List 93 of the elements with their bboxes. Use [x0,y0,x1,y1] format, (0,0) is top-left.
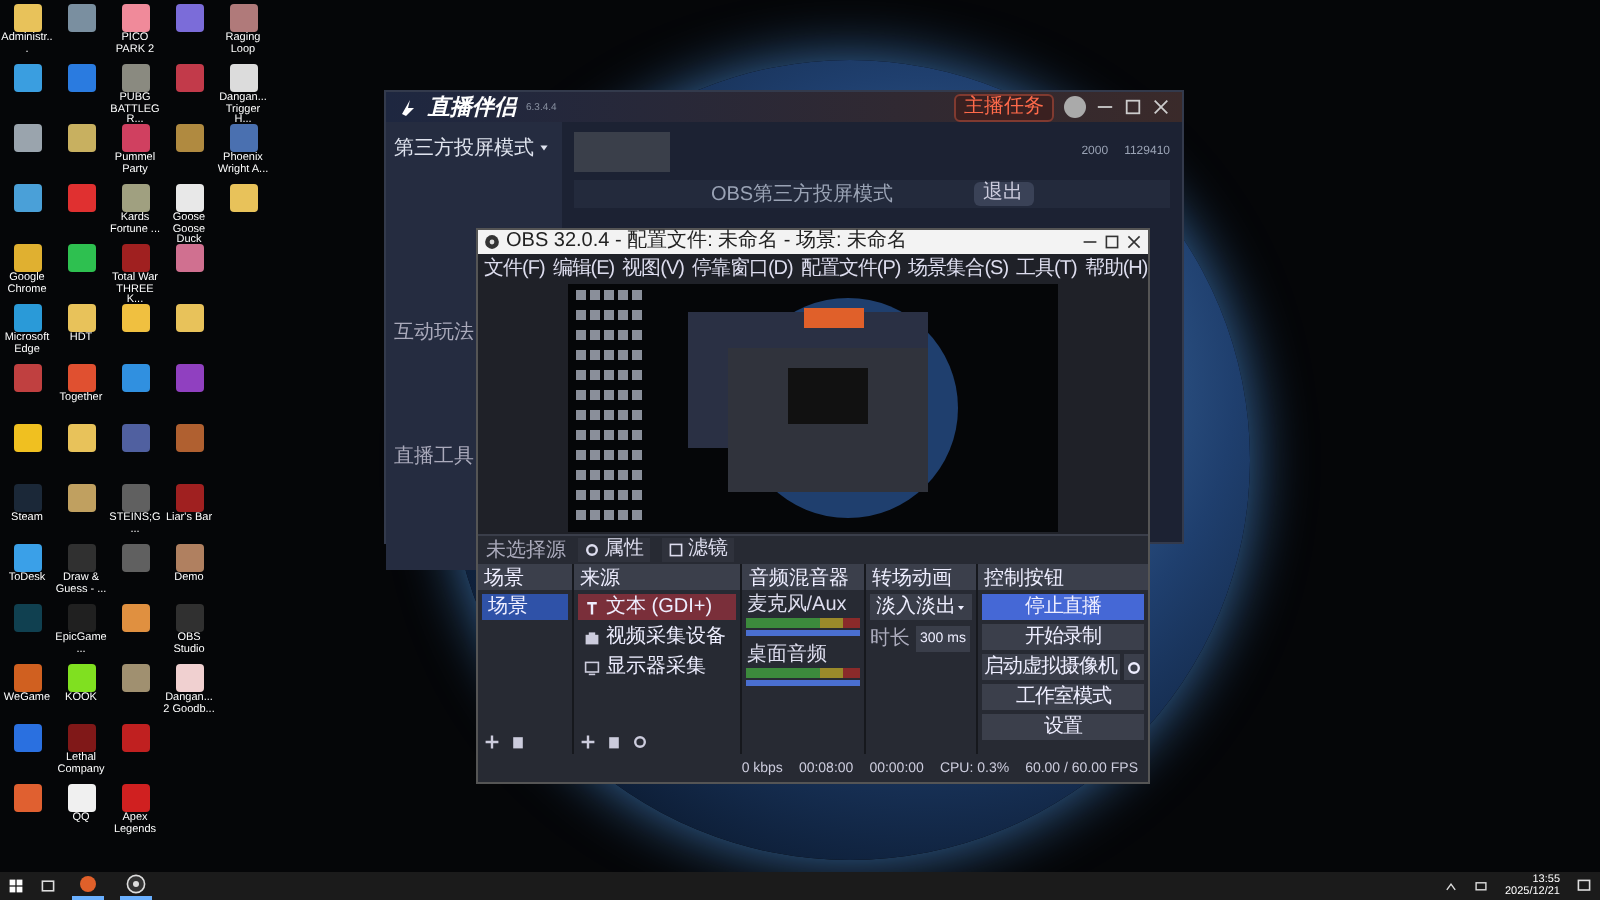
window-title: OBS 32.0.4 - 配置文件: 未命名 - 场景: 未命名 [506,232,908,252]
camera-icon [584,629,601,645]
control-button[interactable]: 启动虚拟摄像机 [982,654,1119,680]
section-title: 直播工具 [394,443,476,470]
app-icon[interactable] [229,184,257,212]
app-icon[interactable] [13,304,41,332]
app-title: 直播伴侣 [428,93,516,122]
level-meter [746,618,860,628]
app-icon[interactable] [121,364,149,392]
app-icon[interactable] [121,64,149,92]
taskbar-app[interactable] [120,872,152,900]
app-icon[interactable] [175,664,203,692]
obs-icon [484,234,500,250]
toolbar-button[interactable]: 属性 [578,538,650,562]
app-icon[interactable] [13,64,41,92]
menu-item[interactable]: 配置文件(P) [800,254,901,282]
toolbar-button[interactable]: 滤镜 [662,538,734,562]
channel-name: 桌面音频 [746,644,829,666]
control-button[interactable]: 开始录制 [982,624,1144,650]
app-icon[interactable] [67,304,95,332]
caret-icon [956,601,966,613]
app-icon[interactable] [175,544,203,572]
settings-button[interactable] [1123,654,1144,680]
control-button[interactable]: 工作室模式 [982,684,1144,710]
menu-item[interactable]: 帮助(H) [1084,254,1148,282]
control-button[interactable]: 停止直播 [982,594,1144,620]
transition-dropdown[interactable]: 淡入淡出 [870,594,972,620]
app-icon[interactable] [13,424,41,452]
app-icon[interactable] [13,124,41,152]
logo-icon [398,97,418,117]
source-item[interactable]: 视频采集设备 [578,624,737,650]
app-icon[interactable] [121,184,149,212]
menu-item[interactable]: 视图(V) [622,254,684,282]
maximize-icon [1104,234,1120,250]
close-icon [1152,98,1170,116]
obs-icon [126,874,146,894]
volume-slider[interactable] [746,630,860,636]
source-item[interactable]: 显示器采集 [578,654,737,680]
app-icon[interactable] [67,124,95,152]
source-item[interactable]: 文本 (GDI+) [578,594,737,620]
maximize-icon [1124,98,1142,116]
section-title: 互动玩法 [394,319,476,346]
app-icon[interactable] [67,244,95,272]
text-icon [584,599,601,615]
channel-name: 麦克风/Aux [746,594,849,616]
exit-button[interactable]: 退出 [973,182,1034,206]
close-icon [1126,234,1142,250]
app-icon[interactable] [13,184,41,212]
app-icon[interactable] [121,4,149,32]
app-icon[interactable] [67,784,95,812]
app-icon[interactable] [175,244,203,272]
app-icon[interactable] [67,664,95,692]
task-button[interactable]: 主播任务 [954,93,1054,121]
app-icon[interactable] [121,604,149,632]
add-icon [580,734,597,750]
chevron-up-icon [1444,879,1459,893]
app-icon[interactable] [67,4,95,32]
app-icon[interactable] [175,124,203,152]
app-icon[interactable] [175,304,203,332]
scene-item[interactable]: 场景 [482,594,569,620]
app-icon[interactable] [67,424,95,452]
menu-item[interactable]: 停靠窗口(D) [691,254,793,282]
app-icon[interactable] [13,244,41,272]
notice-text: OBS第三方投屏模式 [710,181,894,208]
add-icon [484,734,500,750]
menu-item[interactable]: 文件(F) [484,254,545,282]
app-icon[interactable] [121,304,149,332]
app-icon[interactable] [13,4,41,32]
dock-title: 音频混音器 [742,564,864,590]
avatar[interactable] [1064,96,1086,118]
cover-thumbnail [574,132,670,172]
no-source-label: 未选择源 [486,537,566,564]
control-button[interactable]: 设置 [982,714,1144,740]
duration-label: 时长 [870,625,910,652]
app-icon[interactable] [67,484,95,512]
mode-selector[interactable]: 第三方投屏模式 [394,134,534,162]
dock-title: 场景 [478,564,573,590]
level-meter [746,668,860,678]
menu-item[interactable]: 场景集合(S) [908,254,1009,282]
volume-slider[interactable] [746,680,860,686]
app-icon[interactable] [13,544,41,572]
menu-item[interactable]: 编辑(E) [552,254,615,282]
monitor-icon [584,659,601,675]
app-icon[interactable] [229,64,257,92]
app-icon[interactable] [175,184,203,212]
windows-icon [8,878,24,894]
dock-title: 控制按钮 [978,564,1148,590]
caret-icon [538,142,550,154]
dock-title: 转场动画 [866,564,976,590]
menu-item[interactable]: 工具(T) [1016,254,1077,282]
app-icon[interactable] [121,664,149,692]
dock-title: 来源 [574,564,741,590]
taskbar-app[interactable] [72,872,104,900]
